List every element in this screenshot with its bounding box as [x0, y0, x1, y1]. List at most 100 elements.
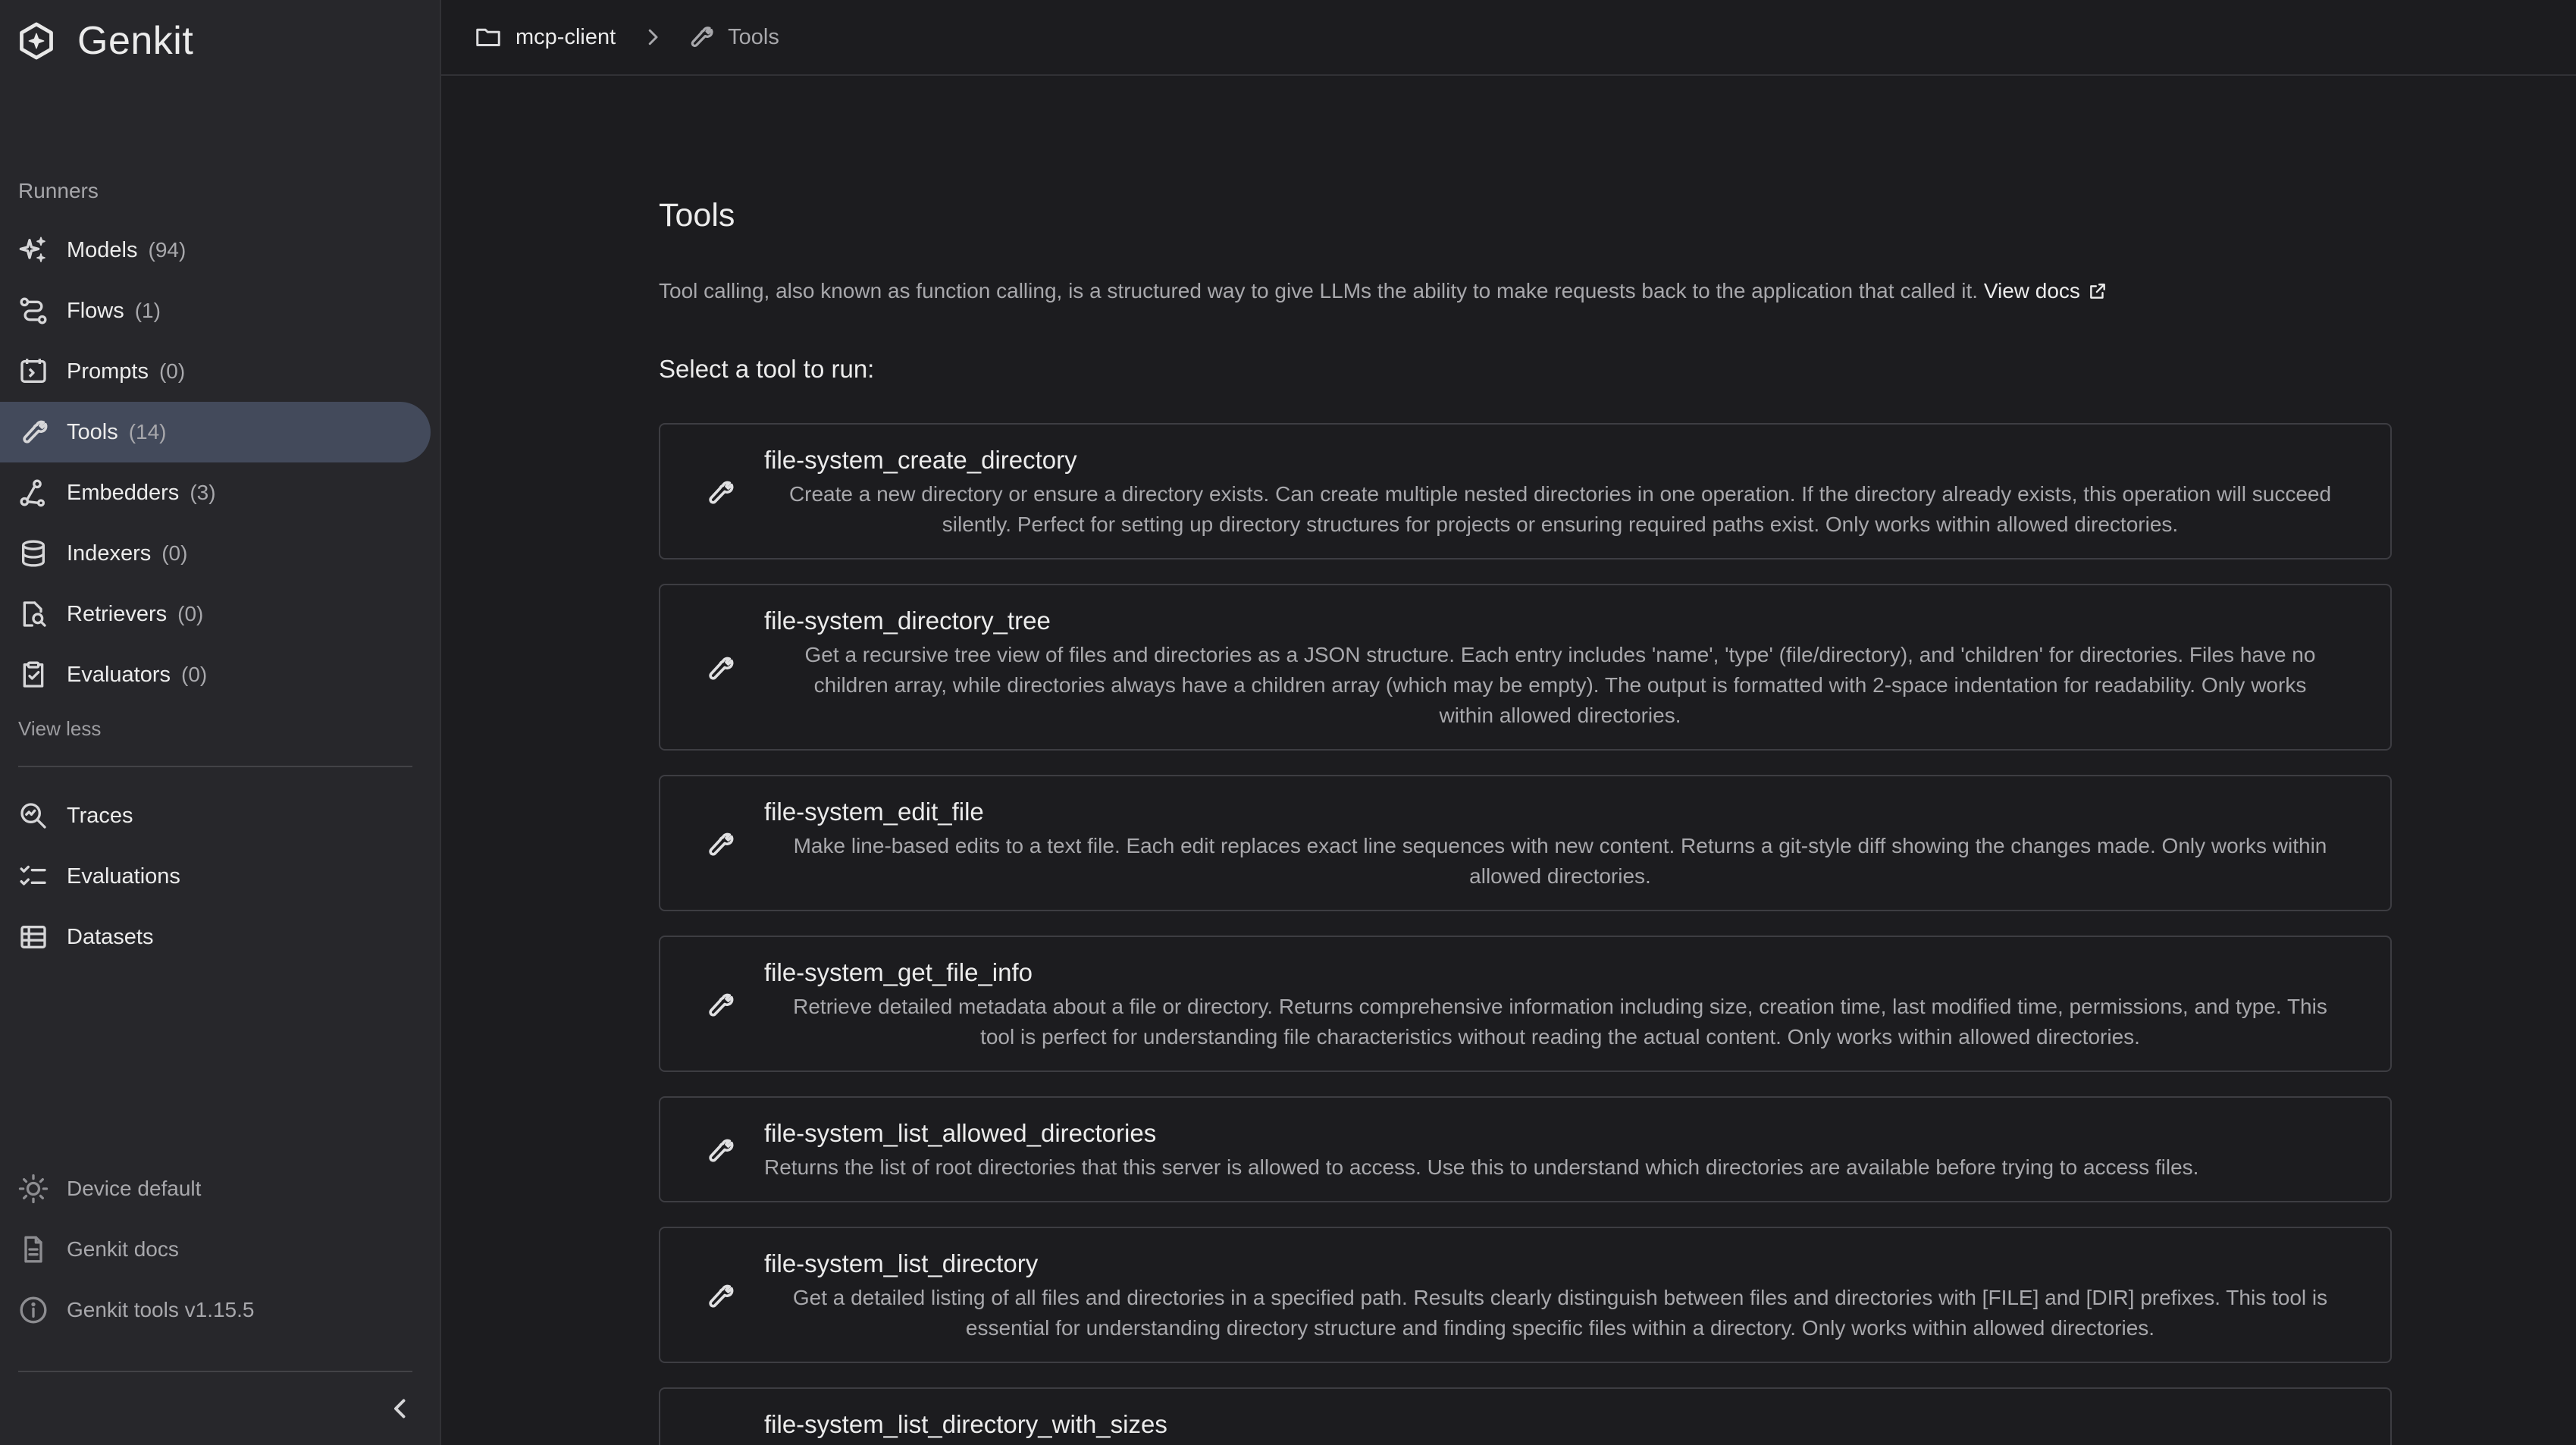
tool-card[interactable]: file-system_directory_tree Get a recursi… [659, 584, 2392, 751]
tool-description: Get a recursive tree view of files and d… [764, 640, 2356, 731]
sidebar-item-models[interactable]: Models (94) [0, 220, 431, 281]
wrench-icon [709, 832, 734, 856]
sidebar-item-tools[interactable]: Tools (14) [0, 402, 431, 462]
tool-name: file-system_list_allowed_directories [764, 1119, 1157, 1147]
breadcrumb-project[interactable]: mcp-client [475, 24, 616, 51]
collapse-sidebar-icon[interactable] [387, 1395, 414, 1422]
trace-search-icon [20, 803, 46, 829]
sidebar-item-label: Embedders [67, 480, 180, 505]
sidebar-item-label: Evaluations [67, 864, 180, 889]
sidebar-item-traces[interactable]: Traces [0, 785, 431, 846]
tool-card[interactable]: file-system_get_file_info Retrieve detai… [659, 936, 2392, 1072]
sidebar-divider [18, 766, 412, 767]
sidebar-item-retrievers[interactable]: Retrievers (0) [0, 584, 431, 644]
wrench-icon [709, 1139, 734, 1162]
tool-description: Create a new directory or ensure a direc… [764, 479, 2356, 540]
sidebar-item-label: Device default [67, 1177, 202, 1200]
tool-card[interactable]: file-system_list_directory_with_sizes [659, 1387, 2392, 1445]
genkit-logo-icon [20, 22, 53, 60]
tool-name: file-system_get_file_info [764, 958, 1033, 986]
sidebar-item-label: Retrievers [67, 601, 168, 626]
sidebar-item-flows[interactable]: Flows (1) [0, 281, 431, 341]
sidebar-item-prompts[interactable]: Prompts (0) [0, 341, 431, 402]
select-tool-prompt: Select a tool to run: [659, 355, 875, 383]
wrench-icon [709, 657, 734, 680]
brand[interactable]: Genkit [17, 17, 193, 65]
genkit-docs-link[interactable]: Genkit docs [0, 1219, 431, 1280]
sidebar-item-count: (0) [158, 359, 186, 383]
folder-icon [476, 28, 500, 46]
tool-description-line: tool is perfect for understanding file c… [980, 1025, 2140, 1048]
wrench-icon [709, 1284, 734, 1308]
sidebar-item-label: Evaluators [67, 662, 171, 687]
table-icon [20, 926, 46, 948]
tool-description-line: Get a recursive tree view of files and d… [804, 643, 2316, 666]
version-info[interactable]: Genkit tools v1.15.5 [0, 1280, 431, 1340]
tool-description-line: Get a detailed listing of all files and … [792, 1286, 2328, 1309]
wrench-icon [691, 27, 713, 48]
sidebar-item-datasets[interactable]: Datasets [0, 907, 431, 967]
sidebar-item-label: Tools [67, 419, 118, 444]
tool-description-line: Retrieve detailed metadata about a file … [793, 995, 2327, 1018]
tool-description-line: allowed directories. [1469, 864, 1651, 888]
sidebar-item-count: (0) [181, 663, 208, 686]
external-link-icon [2090, 284, 2105, 299]
footer-nav: Device default Genkit docs Genkit tools … [0, 1158, 441, 1340]
embedder-icon [20, 479, 45, 507]
secondary-nav: Traces Evaluations Datasets [0, 785, 441, 967]
tool-description-line: within allowed directories. [1439, 704, 1681, 727]
sidebar-item-count: (14) [128, 420, 167, 444]
info-icon [20, 1296, 47, 1324]
breadcrumb: mcp-client Tools [441, 0, 2576, 76]
page-description: Tool calling, also known as function cal… [659, 279, 2107, 303]
sidebar-item-label: Datasets [67, 924, 154, 949]
breadcrumb-current: Tools [687, 24, 779, 51]
tool-description-line: children array, while directories always… [813, 673, 2307, 697]
tool-description-line: essential for understanding directory st… [965, 1316, 2155, 1340]
app-name: Genkit [77, 19, 194, 63]
description-text: Tool calling, also known as function cal… [659, 279, 1979, 302]
sidebar-item-label: Genkit tools v1.15.5 [67, 1298, 255, 1321]
breadcrumb-project-label: mcp-client [516, 24, 616, 49]
sidebar-item-label: Traces [67, 803, 133, 828]
flow-icon [20, 297, 47, 324]
sidebar-item-indexers[interactable]: Indexers (0) [0, 523, 431, 584]
evaluator-icon [23, 661, 44, 688]
sidebar-item-embedders[interactable]: Embedders (3) [0, 462, 431, 523]
sidebar-item-evaluations[interactable]: Evaluations [0, 846, 431, 907]
tool-description-line: Returns the list of root directories tha… [764, 1155, 2199, 1179]
sidebar-item-label: Indexers [67, 541, 152, 566]
database-icon [22, 540, 45, 567]
sidebar-item-count: (3) [190, 481, 216, 504]
tool-description-line: Make line-based edits to a text file. Ea… [793, 834, 2327, 857]
tool-description-line: Create a new directory or ensure a direc… [788, 482, 2332, 506]
wrench-icon [23, 420, 48, 444]
breadcrumb-current-label: Tools [728, 24, 779, 49]
tool-name: file-system_list_directory_with_sizes [764, 1410, 1167, 1438]
tool-card[interactable]: file-system_list_allowed_directories Ret… [659, 1096, 2392, 1202]
sidebar-item-count: (94) [148, 238, 186, 262]
sidebar-item-count: (0) [177, 602, 204, 625]
tool-card[interactable]: file-system_edit_file Make line-based ed… [659, 775, 2392, 911]
tool-description: Retrieve detailed metadata about a file … [764, 992, 2356, 1052]
runners-nav: Models (94) Flows (1) Prompts (0) Tools … [0, 220, 441, 705]
tool-name: file-system_list_directory [764, 1249, 1039, 1277]
checklist-icon [20, 865, 46, 885]
wrench-icon [709, 993, 734, 1017]
tool-name: file-system_edit_file [764, 798, 984, 826]
tool-card[interactable]: file-system_list_directory Get a detaile… [659, 1227, 2392, 1363]
sidebar-item-label: Flows [67, 298, 124, 323]
retriever-icon [23, 601, 46, 627]
sidebar-item-evaluators[interactable]: Evaluators (0) [0, 644, 431, 705]
tool-description: Get a detailed listing of all files and … [764, 1283, 2356, 1343]
tool-card[interactable]: file-system_create_directory Create a ne… [659, 423, 2392, 560]
view-less-link[interactable]: View less [18, 717, 101, 741]
wrench-icon [709, 481, 734, 504]
view-docs-link[interactable]: View docs [1984, 279, 2107, 303]
tool-name: file-system_create_directory [764, 446, 1077, 474]
brightness-icon [18, 1174, 49, 1204]
sidebar: Genkit Runners Models (94) Flows (1) Pro… [0, 0, 441, 1445]
runners-section-label: Runners [18, 179, 99, 202]
view-docs-label: View docs [1983, 279, 2080, 302]
theme-toggle[interactable]: Device default [0, 1158, 431, 1219]
